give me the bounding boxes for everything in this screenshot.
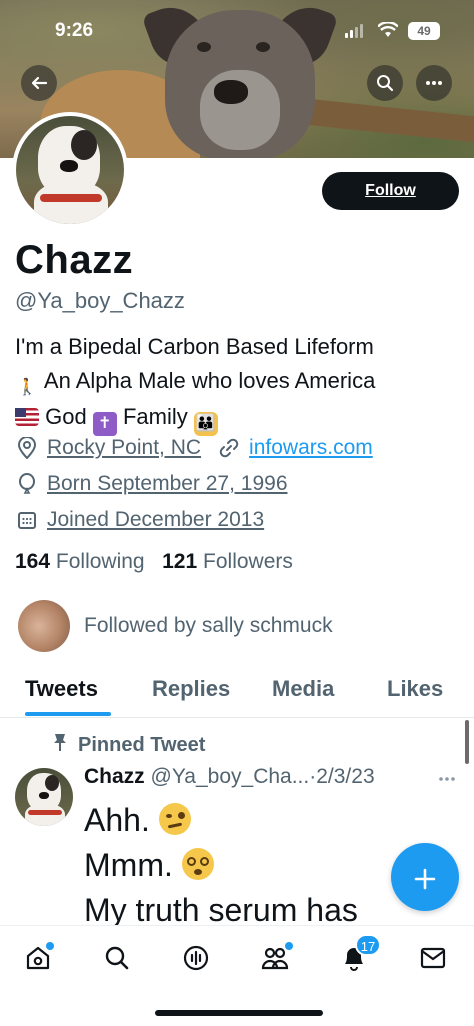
tweet-line: Mmm. bbox=[84, 843, 358, 888]
profile-joined-date: Joined December 2013 bbox=[47, 508, 265, 531]
tweet-author-handle: @Ya_boy_Cha... bbox=[150, 765, 310, 788]
status-time: 9:26 bbox=[55, 20, 94, 41]
more-icon bbox=[439, 777, 455, 781]
followers-link[interactable]: 121 Followers bbox=[162, 550, 293, 573]
tab-replies[interactable]: Replies bbox=[152, 676, 230, 702]
tweet-author-name[interactable]: Chazz bbox=[84, 765, 145, 788]
mail-icon bbox=[420, 947, 446, 969]
profile-handle: @Ya_boy_Chazz bbox=[15, 288, 185, 313]
tab-media[interactable]: Media bbox=[272, 676, 334, 702]
bio-text: An Alpha Male who loves America bbox=[43, 368, 376, 393]
tweet-more-button[interactable] bbox=[438, 765, 456, 788]
bio-line: I'm a Bipedal Carbon Based Lifeform bbox=[15, 334, 374, 359]
status-bar: 9:26 49 bbox=[0, 0, 474, 60]
latin-cross-emoji: ✝ bbox=[92, 412, 117, 436]
follow-button[interactable]: Follow bbox=[322, 172, 459, 210]
avatar-dog-collar bbox=[28, 810, 62, 815]
tweet-body[interactable]: Ahh. Mmm. My truth serum has bbox=[84, 798, 358, 933]
back-arrow-icon bbox=[31, 76, 48, 90]
following-label: Following bbox=[55, 550, 145, 573]
avatar-dog-collar bbox=[40, 194, 102, 202]
banner-dog-nose bbox=[214, 80, 248, 104]
avatar-photo bbox=[16, 116, 124, 224]
woozy-face-emoji bbox=[158, 803, 191, 835]
cellular-signal-icon bbox=[345, 24, 363, 38]
avatar bbox=[18, 600, 70, 652]
profile-meta-location-row: Rocky Point, NC infowars.com bbox=[15, 436, 373, 460]
avatar-dog-chest bbox=[25, 804, 65, 826]
dizzy-face-emoji bbox=[181, 848, 214, 880]
us-flag-emoji bbox=[15, 408, 39, 426]
battery-indicator: 49 bbox=[408, 22, 440, 40]
profile-location[interactable]: Rocky Point, NC bbox=[47, 436, 201, 460]
calendar-icon bbox=[15, 508, 39, 532]
following-count: 164 bbox=[15, 550, 51, 573]
profile-website-link[interactable]: infowars.com bbox=[249, 436, 373, 460]
tweet-header: Chazz @Ya_boy_Cha...·2/3/23 bbox=[84, 765, 375, 789]
bio-line: God ✝ Family 👪 bbox=[15, 400, 375, 436]
tweet-date[interactable]: 2/3/23 bbox=[316, 765, 374, 788]
profile-avatar[interactable] bbox=[12, 112, 128, 228]
wifi-icon bbox=[377, 21, 399, 43]
notifications-badge: 17 bbox=[355, 934, 381, 956]
plus-icon bbox=[414, 868, 436, 890]
link-icon bbox=[217, 436, 241, 460]
active-tab-indicator bbox=[25, 712, 111, 716]
back-button[interactable] bbox=[21, 65, 57, 101]
home-indicator[interactable] bbox=[155, 1010, 323, 1016]
bio-text: Family bbox=[122, 404, 188, 429]
tweet-line-text: Mmm. bbox=[84, 847, 173, 883]
bio-line: 🚶 An Alpha Male who loves America bbox=[15, 364, 375, 400]
avatar-dog-patch bbox=[71, 130, 97, 160]
profile-birthday: Born September 27, 1996 bbox=[47, 472, 288, 495]
profile-bio: I'm a Bipedal Carbon Based Lifeform 🚶 An… bbox=[15, 330, 375, 436]
nav-communities[interactable] bbox=[255, 940, 295, 976]
home-notification-dot bbox=[46, 942, 54, 950]
balloon-icon bbox=[15, 472, 39, 496]
pin-icon bbox=[52, 732, 68, 758]
compose-tweet-button[interactable] bbox=[391, 843, 459, 911]
avatar-dog-nose bbox=[39, 792, 49, 799]
search-button[interactable] bbox=[367, 65, 403, 101]
tab-likes[interactable]: Likes bbox=[387, 676, 443, 702]
followers-label: Followers bbox=[203, 550, 293, 573]
avatar-dog-chest bbox=[34, 182, 108, 224]
profile-tabs: Tweets Replies Media Likes bbox=[0, 668, 474, 718]
more-icon bbox=[426, 81, 442, 85]
followed-by-row[interactable]: Followed by sally schmuck bbox=[18, 600, 333, 652]
profile-meta-joined-row: Joined December 2013 bbox=[15, 508, 264, 532]
profile-name: Chazz bbox=[15, 238, 134, 282]
followed-by-text: Followed by sally schmuck bbox=[84, 614, 333, 637]
avatar-dog-patch bbox=[45, 775, 59, 791]
following-link[interactable]: 164 Following bbox=[15, 550, 145, 573]
walking-person-emoji: 🚶 bbox=[17, 379, 37, 396]
tab-tweets[interactable]: Tweets bbox=[25, 676, 98, 702]
pinned-text: Pinned Tweet bbox=[78, 733, 206, 756]
nav-spaces[interactable] bbox=[176, 940, 216, 976]
nav-messages[interactable] bbox=[413, 940, 453, 976]
tweet-line: Ahh. bbox=[84, 798, 358, 843]
scrollbar[interactable] bbox=[465, 720, 469, 764]
spaces-icon bbox=[183, 945, 209, 971]
family-emoji: 👪 bbox=[193, 412, 218, 436]
search-icon bbox=[377, 75, 394, 92]
tweet-author-avatar[interactable] bbox=[15, 768, 73, 826]
search-icon bbox=[105, 946, 129, 970]
profile-meta-birthday-row: Born September 27, 1996 bbox=[15, 472, 288, 496]
followers-count: 121 bbox=[162, 550, 198, 573]
nav-home[interactable] bbox=[18, 940, 58, 976]
avatar-dog-nose bbox=[60, 160, 78, 172]
tweet-line-text: Ahh. bbox=[84, 802, 150, 838]
pinned-tweet-label: Pinned Tweet bbox=[52, 732, 205, 758]
location-pin-icon bbox=[15, 436, 39, 460]
follow-counts: 164 Following 121 Followers bbox=[15, 550, 293, 574]
more-options-button[interactable] bbox=[416, 65, 452, 101]
communities-notification-dot bbox=[285, 942, 293, 950]
bio-text: God bbox=[45, 404, 87, 429]
nav-search[interactable] bbox=[97, 940, 137, 976]
